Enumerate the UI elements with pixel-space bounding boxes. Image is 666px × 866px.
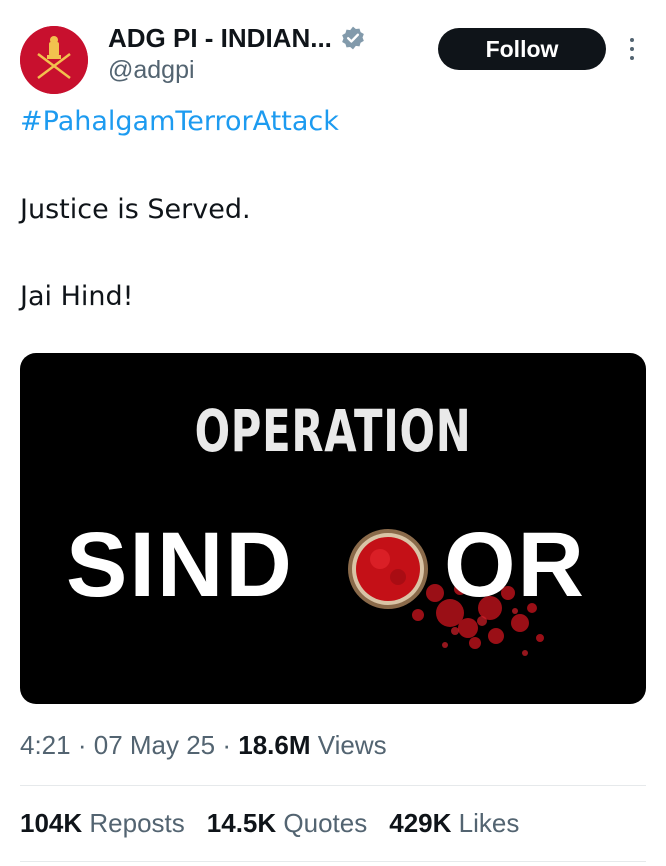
follow-button[interactable]: Follow <box>438 28 606 70</box>
sindoor-title-end: OR <box>444 514 586 616</box>
verified-badge-icon[interactable] <box>340 25 366 51</box>
reposts-label: Reposts <box>89 808 185 838</box>
hashtag-link[interactable]: #PahalgamTerrorAttack <box>20 106 339 137</box>
tweet-text-line: Jai Hind! <box>20 281 134 312</box>
tweet-header: ADG PI - INDIAN... @adgpi Follow <box>20 20 646 94</box>
author-avatar[interactable] <box>20 26 88 94</box>
tweet-date[interactable]: 07 May 25 <box>94 730 215 760</box>
more-dot <box>630 47 634 51</box>
divider <box>20 785 646 786</box>
author-handle[interactable]: @adgpi <box>108 56 195 85</box>
tweet-meta: 4:21 · 07 May 25 · 18.6M Views <box>20 730 387 761</box>
reposts-count: 104K <box>20 808 83 838</box>
indian-army-emblem-icon <box>20 26 88 94</box>
more-dot <box>630 38 634 42</box>
views-count: 18.6M <box>238 730 311 760</box>
tweet-media-image[interactable]: OPERATION SIND OR <box>20 353 646 704</box>
quotes-label: Quotes <box>283 808 368 838</box>
quotes-stat[interactable]: 14.5K Quotes <box>207 808 367 839</box>
likes-count: 429K <box>389 808 452 838</box>
quotes-count: 14.5K <box>206 808 277 838</box>
author-name-row: ADG PI - INDIAN... <box>108 20 366 56</box>
more-vertical-icon[interactable] <box>620 30 644 68</box>
likes-stat[interactable]: 429K Likes <box>389 808 519 839</box>
reposts-stat[interactable]: 104K Reposts <box>20 808 185 839</box>
likes-label: Likes <box>458 808 520 838</box>
tweet-time[interactable]: 4:21 <box>20 730 71 760</box>
more-dot <box>630 56 634 60</box>
tweet-text-line: Justice is Served. <box>20 194 251 225</box>
engagement-stats: 104K Reposts 14.5K Quotes 429K Likes <box>20 808 519 839</box>
divider <box>20 861 646 862</box>
meta-separator: · <box>77 730 94 760</box>
views-label: Views <box>317 730 387 760</box>
meta-separator: · <box>222 730 239 760</box>
author-display-name[interactable]: ADG PI - INDIAN... <box>108 23 332 54</box>
